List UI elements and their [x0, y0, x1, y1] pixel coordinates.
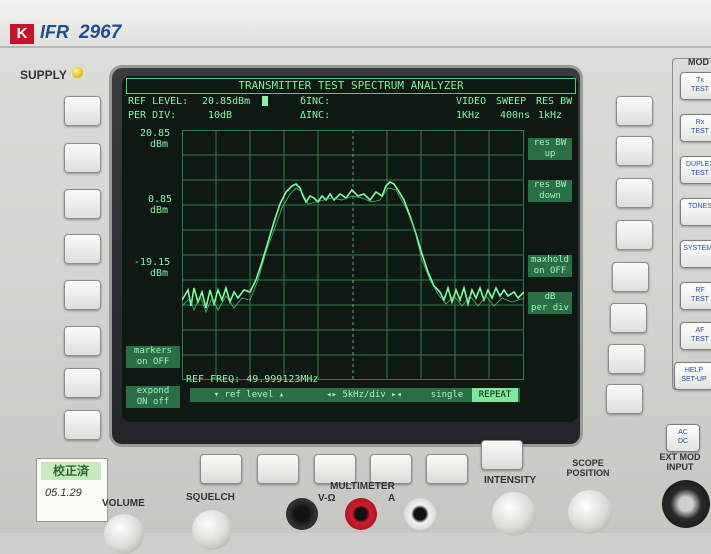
softlabel-resbw-up: res BW up — [528, 138, 572, 160]
supply-label: SUPPLY — [20, 68, 67, 82]
sweep-value: 400ns — [500, 110, 531, 121]
bottom-softkey-5[interactable] — [426, 454, 468, 484]
right-softkey-5[interactable] — [612, 262, 649, 292]
mode-button-duplex-test[interactable]: DUPLEXTEST — [680, 156, 711, 184]
mode-button-rf-test[interactable]: RF TEST — [680, 282, 711, 310]
calibration-stamp: 校正済 — [41, 462, 101, 480]
ref-level-label: REF LEVEL: — [128, 96, 189, 107]
softlabel-db-per-div: dB per div — [528, 292, 572, 314]
ref-frequency: REF FREQ: 49.999123MHz — [186, 374, 319, 385]
calibration-date: 05.1.29 — [45, 487, 82, 499]
left-softkey-8[interactable] — [64, 410, 101, 440]
crt-screen: TRANSMITTER TEST SPECTRUM ANALYZER REF L… — [122, 76, 578, 422]
softlabel-maxhold: maxhold on OFF — [528, 255, 572, 277]
supply-led-icon — [72, 67, 83, 78]
right-softkey-4[interactable] — [616, 220, 653, 250]
ext-mod-input-connector[interactable] — [662, 480, 710, 528]
bottom-softkey-6[interactable] — [481, 440, 523, 470]
y-unit-mid: dBm — [150, 205, 169, 216]
brand-name: IFR — [40, 22, 69, 42]
mode-button-help-setup[interactable]: HELP SET-UP — [674, 362, 711, 390]
bottom-softkey-4[interactable] — [370, 454, 412, 484]
volume-knob[interactable] — [104, 514, 144, 554]
y-unit-top: dBm — [150, 139, 169, 150]
v-ohm-label: V-Ω — [318, 493, 336, 504]
ref-level-adjust[interactable]: ▾ ref level ▴ — [194, 388, 304, 402]
scope-position-label: SCOPE POSITION — [566, 458, 610, 478]
left-softkey-5[interactable] — [64, 280, 101, 310]
right-softkey-6[interactable] — [610, 303, 647, 333]
mode-button-tx-test[interactable]: Tx TEST — [680, 72, 711, 100]
ref-level-value[interactable]: 20.85dBm — [202, 96, 250, 108]
brand-logo-icon: K — [10, 24, 34, 44]
left-softkey-4[interactable] — [64, 234, 101, 264]
left-softkey-7[interactable] — [64, 368, 101, 398]
amp-label: A — [388, 493, 396, 504]
multimeter-label: MULTIMETER — [330, 481, 395, 492]
v-ohm-jack-red[interactable] — [345, 498, 377, 530]
khz-div-adjust[interactable]: ◂▸ 5kHz/div ▸◂ — [308, 388, 420, 402]
bottom-softkey-3[interactable] — [314, 454, 356, 484]
delta-inc-1: δINC: — [300, 96, 331, 107]
right-softkey-8[interactable] — [606, 384, 643, 414]
bottom-softkey-2[interactable] — [257, 454, 299, 484]
y-unit-low: dBm — [150, 268, 169, 279]
amp-jack-white[interactable] — [404, 498, 436, 530]
right-softkey-3[interactable] — [616, 178, 653, 208]
video-label: VIDEO — [456, 96, 487, 107]
cursor-block — [262, 96, 268, 106]
left-softkey-6[interactable] — [64, 326, 101, 356]
right-softkey-2[interactable] — [616, 136, 653, 166]
squelch-knob[interactable] — [192, 510, 232, 550]
bottom-softkey-bar: ▾ ref level ▴ ◂▸ 5kHz/div ▸◂ single REPE… — [190, 388, 520, 402]
per-div-value: 10dB — [208, 110, 233, 121]
intensity-label: INTENSITY — [484, 475, 537, 486]
calibration-sticker: 校正済 05.1.29 — [36, 458, 108, 522]
softlabel-markers: markers on OFF — [126, 346, 180, 368]
intensity-knob[interactable] — [492, 492, 536, 536]
resbw-value: 1kHz — [538, 110, 563, 121]
squelch-label: SQUELCH — [186, 492, 235, 503]
v-ohm-jack-black[interactable] — [286, 498, 318, 530]
video-value: 1KHz — [456, 110, 481, 121]
screen-title: TRANSMITTER TEST SPECTRUM ANALYZER — [126, 78, 576, 94]
single-option[interactable]: single — [424, 388, 470, 402]
per-div-label: PER DIV: — [128, 110, 177, 121]
delta-inc-2: ΔINC: — [300, 110, 331, 121]
mode-button-systems[interactable]: SYSTEMS — [680, 240, 711, 268]
bottom-softkey-1[interactable] — [200, 454, 242, 484]
softlabel-resbw-down: res BW down — [528, 180, 572, 202]
softlabel-expand: expond ON off — [126, 386, 180, 408]
resbw-label: RES BW — [536, 96, 573, 107]
left-softkey-3[interactable] — [64, 189, 101, 219]
volume-label: VOLUME — [102, 498, 145, 509]
model-number: 2967 — [79, 22, 122, 43]
mode-button-tones[interactable]: TONES — [680, 198, 711, 226]
sweep-label: SWEEP — [496, 96, 527, 107]
ext-mod-input-label: EXT MOD INPUT — [659, 452, 701, 472]
right-softkey-7[interactable] — [608, 344, 645, 374]
repeat-option[interactable]: REPEAT — [472, 388, 518, 402]
ac-dc-button[interactable]: AC DC — [666, 424, 700, 452]
spectrum-graticule — [182, 130, 524, 380]
mode-button-af-test[interactable]: AF TEST — [680, 322, 711, 350]
mode-button-rx-test[interactable]: Rx TEST — [680, 114, 711, 142]
right-softkey-1[interactable] — [616, 96, 653, 126]
left-softkey-2[interactable] — [64, 143, 101, 173]
mode-label: MOD — [688, 57, 709, 67]
scope-position-knob[interactable] — [568, 490, 612, 534]
left-softkey-1[interactable] — [64, 96, 101, 126]
